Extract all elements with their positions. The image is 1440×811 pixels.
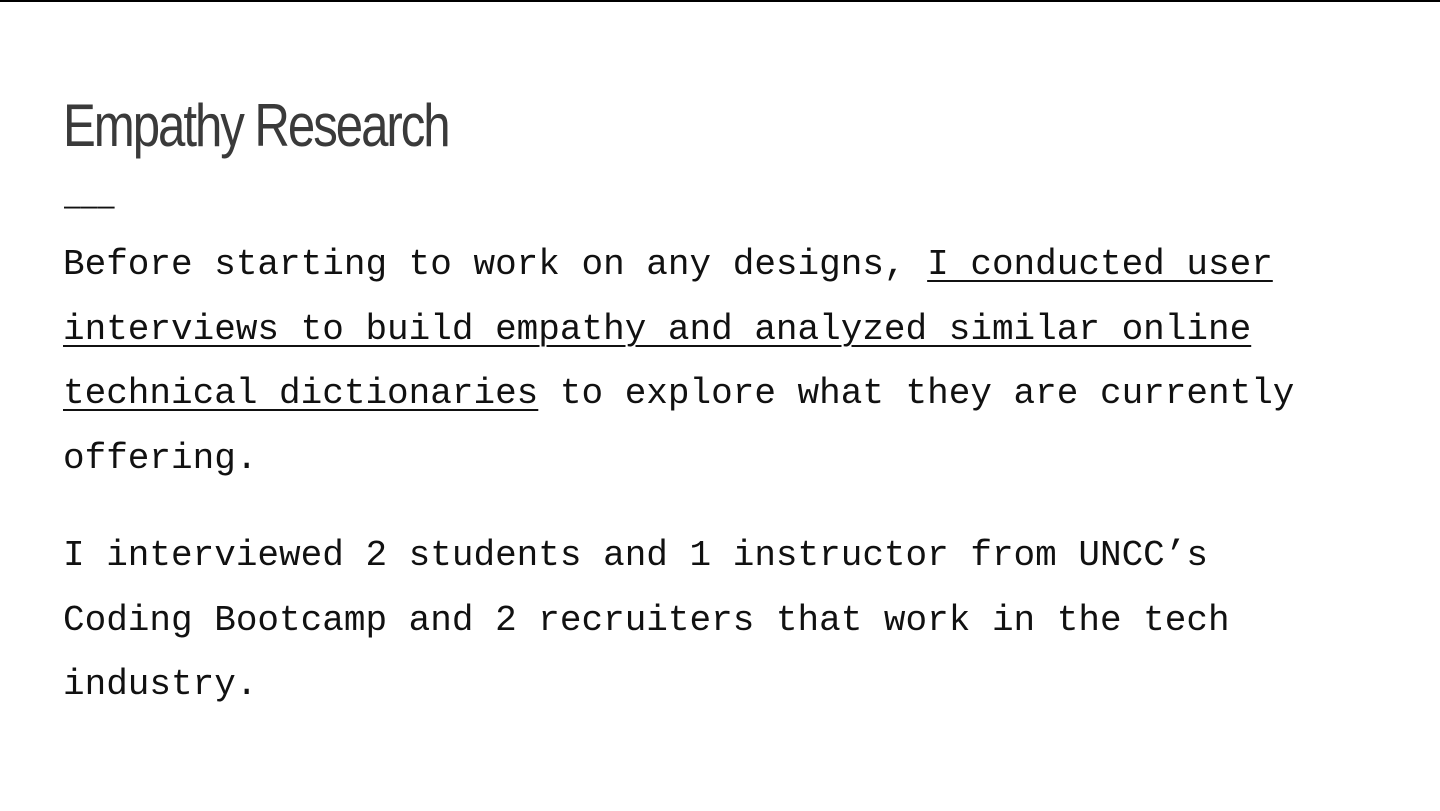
intro-paragraph: Before starting to work on any designs, … <box>63 233 1323 491</box>
interviews-paragraph: I interviewed 2 students and 1 instructo… <box>63 535 1230 705</box>
intro-lead-text: Before starting to work on any designs, <box>63 244 928 285</box>
title-separator: ——— <box>64 189 115 222</box>
slide-title: Empathy Research <box>63 92 451 159</box>
slide-canvas: Empathy Research ——— Before starting to … <box>0 2 1440 811</box>
